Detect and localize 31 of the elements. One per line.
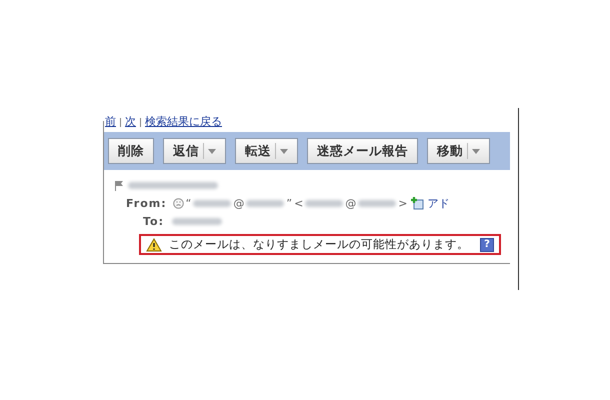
nav-link[interactable]: 次 [125, 115, 136, 129]
toolbar-button[interactable]: 返信 [163, 138, 226, 164]
redacted-address [358, 200, 396, 206]
address-symbol: < [294, 196, 304, 210]
caret-icon [280, 148, 288, 154]
address-symbol: “ [186, 196, 192, 210]
redacted-address [172, 218, 222, 224]
warning-text: このメールは、なりすましメールの可能性があります。 [169, 237, 469, 252]
address-symbol: ” [286, 196, 292, 210]
redacted-address [305, 200, 344, 206]
redacted-address [246, 200, 284, 206]
toolbar-button[interactable]: 転送 [235, 138, 298, 164]
caret-icon [472, 148, 480, 154]
toolbar-button[interactable]: 削除 [108, 138, 154, 164]
address-symbol: > [398, 196, 408, 210]
nav-link[interactable]: 前 [105, 115, 116, 129]
nav-link[interactable]: 検索結果に戻る [145, 115, 222, 129]
toolbar-button[interactable]: 移動 [427, 138, 490, 164]
add-contact-icon[interactable] [410, 196, 424, 210]
to-label: To: [143, 214, 164, 228]
address-symbol: @ [345, 196, 356, 210]
warning-icon [146, 238, 162, 252]
toolbar-button[interactable]: 迷惑メール報告 [307, 138, 418, 164]
caret-icon [208, 148, 216, 154]
from-label: From: [126, 196, 167, 210]
address-symbol: @ [233, 196, 244, 210]
add-contact-link[interactable]: アド [428, 196, 450, 210]
flag-icon [114, 180, 124, 190]
smiley-icon [172, 198, 184, 208]
help-icon[interactable]: ? [480, 238, 494, 252]
redacted-address [193, 200, 232, 206]
